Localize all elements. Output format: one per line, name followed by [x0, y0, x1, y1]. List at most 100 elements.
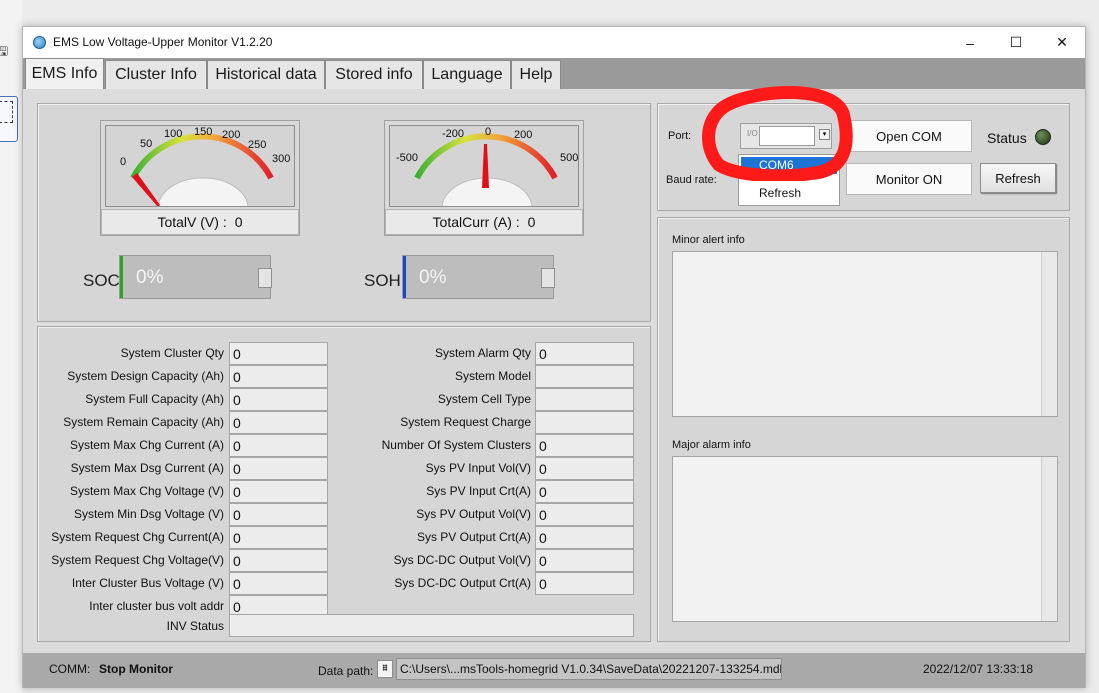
baud-rate-label: Baud rate:: [666, 174, 717, 186]
voltage-readout: TotalV (V) : 0: [101, 209, 299, 235]
voltage-value: 0: [234, 214, 243, 230]
tab-cluster-info[interactable]: Cluster Info: [105, 60, 207, 89]
port-select[interactable]: I/O ▾: [740, 123, 832, 149]
field-label: System Request Chg Voltage(V): [51, 553, 224, 567]
tab-language[interactable]: Language: [423, 60, 511, 89]
minimize-button[interactable]: –: [947, 27, 993, 58]
tab-help[interactable]: Help: [511, 60, 561, 89]
title-bar: EMS Low Voltage-Upper Monitor V1.2.20 – …: [23, 27, 1085, 58]
field-label: System Design Capacity (Ah): [67, 369, 224, 383]
gauges-panel: 0 50 100 150 200 250 300 TotalV (V) : 0: [37, 103, 651, 322]
soh-value: 0%: [419, 267, 447, 288]
current-tick: 500: [560, 152, 579, 164]
data-path-label: Data path:: [318, 664, 374, 678]
comm-value: Stop Monitor: [99, 662, 173, 676]
voltage-tick: 300: [272, 153, 291, 165]
field-value: 0: [229, 549, 328, 572]
soc-value: 0%: [136, 267, 164, 288]
comm-label: COMM:: [49, 662, 91, 676]
current-tick: -200: [442, 128, 465, 140]
tab-historical-data[interactable]: Historical data: [207, 60, 325, 89]
field-label: System Full Capacity (Ah): [85, 392, 224, 406]
field-label: Sys PV Input Vol(V): [425, 461, 531, 475]
current-tick: -500: [396, 152, 419, 164]
field-label: Inter Cluster Bus Voltage (V): [71, 576, 224, 590]
alerts-panel: Minor alert info Major alarm info: [657, 217, 1070, 642]
soh-fill: [403, 256, 406, 298]
field-label: Sys DC-DC Output Crt(A): [394, 576, 531, 590]
open-com-button[interactable]: Open COM: [846, 120, 972, 152]
soc-slider-handle: [258, 268, 272, 288]
voltage-needle: [132, 173, 160, 206]
status-led-icon: [1035, 129, 1051, 145]
status-bar: COMM: Stop Monitor Data path: ⩩ C:\Users…: [23, 653, 1085, 688]
tab-stored-info[interactable]: Stored info: [325, 60, 423, 89]
close-button[interactable]: ✕: [1039, 27, 1085, 58]
field-label: System Alarm Qty: [434, 346, 531, 360]
voltage-tick: 250: [248, 139, 267, 151]
port-input[interactable]: [759, 126, 815, 146]
window-title: EMS Low Voltage-Upper Monitor V1.2.20: [53, 35, 273, 49]
major-alarm-scrollbar[interactable]: [1041, 457, 1057, 621]
field-label: System Model: [454, 369, 531, 383]
field-value: 0: [229, 342, 328, 365]
field-label: Sys PV Output Vol(V): [416, 507, 531, 521]
minor-alert-scrollbar[interactable]: [1041, 252, 1057, 416]
current-needle: [482, 144, 489, 188]
voltage-tick: 0: [120, 156, 127, 168]
field-value: 0: [535, 526, 634, 549]
inv-status-field: [229, 614, 634, 637]
soh-slider-handle: [541, 268, 555, 288]
field-value: 0: [229, 411, 328, 434]
connection-panel: Port: I/O ▾ COM6 Refresh Baud rate: Open…: [657, 103, 1070, 211]
tab-bar: EMS Info Cluster Info Historical data St…: [23, 58, 1085, 89]
field-label: System Min Dsg Voltage (V): [73, 507, 224, 521]
field-value: 0: [229, 480, 328, 503]
field-label: Inter cluster bus volt addr: [89, 599, 224, 613]
minor-alert-textarea[interactable]: [672, 251, 1058, 417]
ems-info-content: 0 50 100 150 200 250 300 TotalV (V) : 0: [23, 86, 1085, 653]
field-value: 0: [229, 572, 328, 595]
current-label: TotalCurr (A) :: [432, 214, 520, 230]
datetime: 2022/12/07 13:33:18: [923, 662, 1034, 676]
field-label: System Cluster Qty: [120, 346, 224, 360]
inv-status-label: INV Status: [166, 619, 224, 633]
field-label: Number Of System Clusters: [381, 438, 531, 452]
maximize-button[interactable]: ☐: [993, 27, 1039, 58]
field-value: 0: [535, 434, 634, 457]
monitor-on-button[interactable]: Monitor ON: [846, 163, 972, 195]
major-alarm-textarea[interactable]: [672, 456, 1058, 622]
current-tick: 200: [514, 129, 533, 141]
field-value: 0: [535, 480, 634, 503]
status-label: Status: [987, 130, 1027, 146]
app-logo-icon: [33, 36, 46, 49]
dropdown-option-com6[interactable]: COM6: [741, 157, 837, 174]
field-value: 0: [535, 503, 634, 526]
field-label: Sys PV Input Crt(A): [426, 484, 531, 498]
chevron-down-icon[interactable]: ▾: [819, 129, 830, 140]
dropdown-option-refresh[interactable]: Refresh: [741, 185, 837, 202]
data-path-field[interactable]: C:\Users\...msTools-homegrid V1.0.34\Sav…: [396, 658, 782, 680]
voltage-gauge: 0 50 100 150 200 250 300 TotalV (V) : 0: [100, 120, 300, 236]
port-label: Port:: [668, 130, 692, 142]
major-alarm-label: Major alarm info: [672, 439, 751, 451]
save-icon: 🖫: [0, 44, 9, 58]
soh-label: SOH: [364, 271, 401, 290]
field-value: 0: [229, 503, 328, 526]
field-value: 0: [535, 457, 634, 480]
refresh-button[interactable]: Refresh: [980, 163, 1056, 193]
voltage-tick: 100: [164, 128, 183, 140]
field-value: 0: [229, 434, 328, 457]
soh-bar: 0%: [402, 255, 555, 299]
field-label: System Max Chg Current (A): [69, 438, 224, 452]
tab-ems-info[interactable]: EMS Info: [25, 58, 104, 89]
field-label: System Request Charge: [400, 415, 531, 429]
field-label: System Cell Type: [437, 392, 531, 406]
voltage-tick: 200: [222, 129, 241, 141]
field-value: 0: [229, 457, 328, 480]
minor-alert-label: Minor alert info: [672, 234, 745, 246]
current-gauge: -500 -200 0 200 500 TotalCurr (A) : 0: [384, 120, 584, 236]
current-readout: TotalCurr (A) : 0: [385, 209, 583, 235]
folder-tree-icon[interactable]: ⩩: [377, 660, 393, 678]
field-value: 0: [229, 365, 328, 388]
